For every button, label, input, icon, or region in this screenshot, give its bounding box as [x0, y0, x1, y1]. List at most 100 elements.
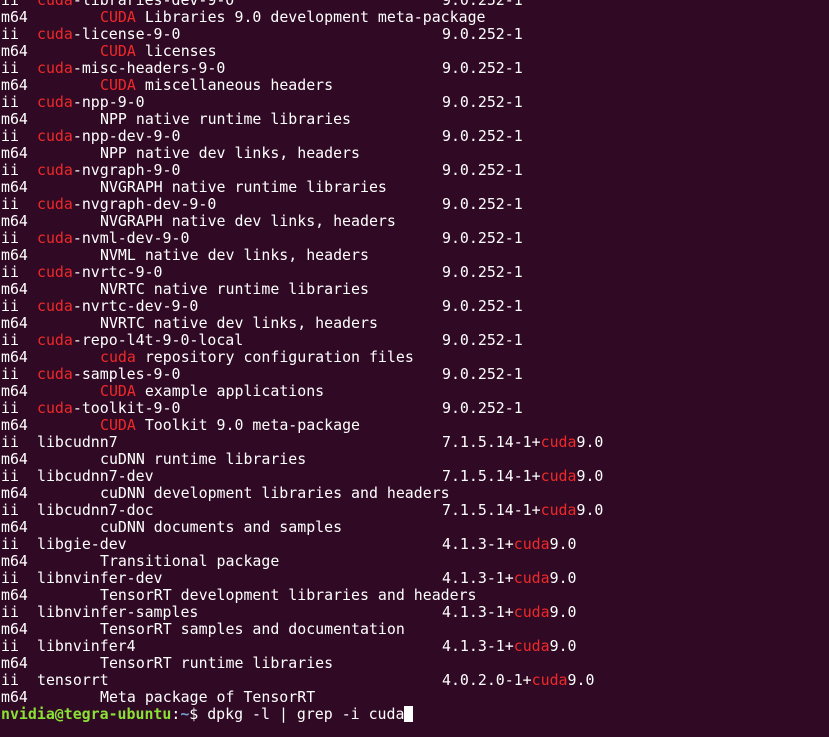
- package-name: libnvinfer-dev: [37, 569, 163, 587]
- package-description-row: m64 NVRTC native dev links, headers: [1, 315, 603, 332]
- prompt-path: ~: [180, 705, 190, 723]
- package-version: 9.0.252-1: [442, 263, 523, 281]
- package-row: ii cuda-nvrtc-9-0 9.0.252-1: [1, 264, 603, 281]
- package-description: TensorRT samples and documentation: [100, 620, 405, 638]
- package-name: libcudnn7-dev: [37, 467, 154, 485]
- package-description-row: m64 NPP native dev links, headers: [1, 145, 603, 162]
- grep-match: cuda: [540, 467, 577, 485]
- package-row: ii cuda-npp-9-0 9.0.252-1: [1, 94, 603, 111]
- package-name: cuda-repo-l4t-9-0-local: [37, 331, 244, 349]
- package-name: cuda-samples-9-0: [37, 365, 181, 383]
- package-row: ii cuda-toolkit-9-0 9.0.252-1: [1, 400, 603, 417]
- package-name: cuda-license-9-0: [37, 25, 181, 43]
- package-version: 4.1.3-1+cuda9.0: [442, 535, 577, 553]
- package-name: libgie-dev: [37, 535, 127, 553]
- package-description: cuDNN runtime libraries: [100, 450, 307, 468]
- package-version: 4.1.3-1+cuda9.0: [442, 569, 577, 587]
- shell-prompt: nvidia@tegra-ubuntu:~$ dpkg -l | grep -i…: [1, 706, 603, 723]
- package-arch: m64: [1, 552, 28, 570]
- prompt-user-host: nvidia@tegra-ubuntu: [1, 705, 172, 723]
- package-name: cuda-misc-headers-9-0: [37, 59, 226, 77]
- package-description-row: m64 CUDA licenses: [1, 43, 603, 60]
- grep-match: cuda: [37, 25, 73, 43]
- package-arch: m64: [1, 280, 28, 298]
- package-arch: m64: [1, 586, 28, 604]
- package-version: 9.0.252-1: [442, 365, 523, 383]
- package-row: ii tensorrt 4.0.2.0-1+cuda9.0: [1, 672, 603, 689]
- package-description: Meta package of TensorRT: [100, 688, 316, 706]
- package-description: NVGRAPH native runtime libraries: [100, 178, 387, 196]
- package-arch: m64: [1, 484, 28, 502]
- package-version: 9.0.252-1: [442, 93, 523, 111]
- package-row: ii libnvinfer-samples 4.1.3-1+cuda9.0: [1, 604, 603, 621]
- package-arch: m64: [1, 450, 28, 468]
- package-row: ii cuda-npp-dev-9-0 9.0.252-1: [1, 128, 603, 145]
- package-row: ii cuda-samples-9-0 9.0.252-1: [1, 366, 603, 383]
- package-name: cuda-nvgraph-dev-9-0: [37, 195, 217, 213]
- package-arch: m64: [1, 348, 28, 366]
- package-arch: m64: [1, 8, 28, 26]
- package-row: ii cuda-license-9-0 9.0.252-1: [1, 26, 603, 43]
- package-name: cuda-npp-dev-9-0: [37, 127, 181, 145]
- grep-match: CUDA: [100, 8, 136, 26]
- package-arch: m64: [1, 76, 28, 94]
- terminal-window[interactable]: ii cuda-libraries-dev-9-0 9.0.252-1 m64 CUDA…: [0, 0, 829, 737]
- package-description-row: m64 CUDA Libraries 9.0 development meta-p…: [1, 9, 603, 26]
- package-description-row: m64 cuda repository configuration files: [1, 349, 603, 366]
- package-row: ii cuda-repo-l4t-9-0-local 9.0.252-1: [1, 332, 603, 349]
- grep-match: cuda: [513, 535, 550, 553]
- grep-match: cuda: [37, 195, 73, 213]
- grep-match: cuda: [531, 671, 568, 689]
- package-description: CUDA licenses: [100, 42, 217, 60]
- package-version: 7.1.5.14-1+cuda9.0: [442, 501, 604, 519]
- package-status: ii: [1, 671, 19, 689]
- package-description: CUDA Libraries 9.0 development meta-pack…: [100, 8, 486, 26]
- package-name: cuda-nvrtc-dev-9-0: [37, 297, 199, 315]
- package-status: ii: [1, 263, 19, 281]
- package-description: NVRTC native runtime libraries: [100, 280, 369, 298]
- package-description-row: m64 Transitional package: [1, 553, 603, 570]
- grep-match: cuda: [37, 229, 73, 247]
- package-arch: m64: [1, 314, 28, 332]
- package-status: ii: [1, 25, 19, 43]
- package-version: 9.0.252-1: [442, 25, 523, 43]
- package-arch: m64: [1, 110, 28, 128]
- package-version: 7.1.5.14-1+cuda9.0: [442, 433, 604, 451]
- package-description: Transitional package: [100, 552, 280, 570]
- grep-match: cuda: [37, 127, 73, 145]
- grep-match: cuda: [37, 161, 73, 179]
- package-name: cuda-toolkit-9-0: [37, 399, 181, 417]
- package-version: 9.0.252-1: [442, 399, 523, 417]
- package-description-row: m64 NVML native dev links, headers: [1, 247, 603, 264]
- package-description: TensorRT runtime libraries: [100, 654, 334, 672]
- package-description-row: m64 NVGRAPH native runtime libraries: [1, 179, 603, 196]
- package-name: libnvinfer4: [37, 637, 136, 655]
- package-status: ii: [1, 331, 19, 349]
- package-arch: m64: [1, 246, 28, 264]
- package-description: NVGRAPH native dev links, headers: [100, 212, 396, 230]
- package-name: cuda-npp-9-0: [37, 93, 145, 111]
- package-description: cuda repository configuration files: [100, 348, 414, 366]
- package-row: ii cuda-nvrtc-dev-9-0 9.0.252-1: [1, 298, 603, 315]
- package-description-row: m64 CUDA Toolkit 9.0 meta-package: [1, 417, 603, 434]
- package-description: CUDA example applications: [100, 382, 325, 400]
- package-status: ii: [1, 195, 19, 213]
- package-arch: m64: [1, 688, 28, 706]
- package-description-row: m64 cuDNN development libraries and heade…: [1, 485, 603, 502]
- package-arch: m64: [1, 654, 28, 672]
- package-status: ii: [1, 127, 19, 145]
- package-arch: m64: [1, 144, 28, 162]
- package-row: ii cuda-misc-headers-9-0 9.0.252-1: [1, 60, 603, 77]
- package-arch: m64: [1, 416, 28, 434]
- grep-match: cuda: [513, 569, 550, 587]
- package-status: ii: [1, 535, 19, 553]
- command-input[interactable]: dpkg -l | grep -i cuda: [207, 705, 404, 723]
- package-description-row: m64 CUDA miscellaneous headers: [1, 77, 603, 94]
- package-version: 9.0.252-1: [442, 127, 523, 145]
- package-version: 9.0.252-1: [442, 297, 523, 315]
- terminal-output: ii cuda-libraries-dev-9-0 9.0.252-1 m64 CUDA…: [1, 0, 603, 723]
- package-row: ii libgie-dev 4.1.3-1+cuda9.0: [1, 536, 603, 553]
- package-status: ii: [1, 161, 19, 179]
- package-name: libcudnn7: [37, 433, 118, 451]
- package-version: 4.0.2.0-1+cuda9.0: [442, 671, 595, 689]
